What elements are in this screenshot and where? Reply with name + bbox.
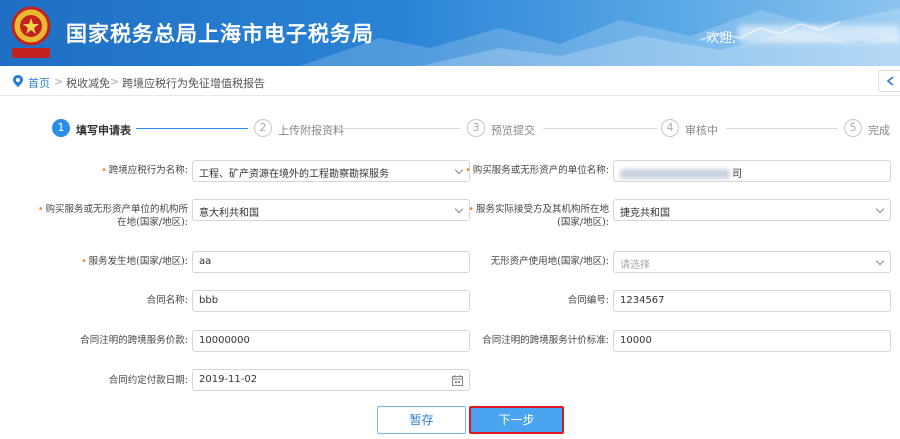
contract-name-label: 合同名称:: [146, 295, 188, 306]
cross-border-name-select[interactable]: 工程、矿产资源在境外的工程勘察勘探服务: [192, 160, 470, 182]
breadcrumb-home[interactable]: 首页: [28, 75, 50, 91]
service-location-input[interactable]: aa: [192, 251, 470, 273]
payment-date-label: 合同约定付款日期:: [108, 375, 188, 386]
contract-no-input[interactable]: 1234567: [613, 290, 891, 312]
breadcrumb-tax-reduction[interactable]: 税收减免: [66, 75, 110, 91]
breadcrumb-current: 跨境应税行为免征增值税报告: [122, 77, 265, 90]
step-4-label: 审核中: [685, 124, 718, 137]
buyer-location-select[interactable]: 意大利共和国: [192, 199, 470, 221]
back-arrow-icon: [886, 76, 894, 86]
buyer-unit-name-input[interactable]: 司: [613, 160, 891, 182]
receiver-location-select[interactable]: 捷克共和国: [613, 199, 891, 221]
contract-no-label: 合同编号:: [567, 295, 609, 306]
location-pin-icon: [13, 75, 23, 87]
step-3-circle: 3: [467, 119, 485, 137]
back-button[interactable]: [878, 70, 900, 92]
breadcrumb-separator: >: [110, 75, 120, 88]
service-location-label: • 服务发生地(国家/地区):: [81, 256, 188, 267]
progress-steps: 1 填写申请表 2 上传附报资料 3 预览提交 4 审核中 5 完成: [0, 116, 900, 140]
step-connector: [543, 128, 657, 129]
breadcrumb: 首页 > 税收减免 > 跨境应税行为免征增值税报告: [0, 66, 900, 96]
save-draft-button[interactable]: 暂存: [377, 406, 466, 434]
contract-standard-input[interactable]: 10000: [613, 330, 891, 352]
redacted-text: [620, 169, 730, 179]
breadcrumb-separator: >: [54, 75, 64, 88]
site-title: 国家税务总局上海市电子税务局: [66, 22, 374, 46]
tax-emblem-icon: [11, 6, 51, 58]
step-connector: [726, 128, 838, 129]
calendar-icon[interactable]: [452, 375, 463, 386]
site-header: 国家税务总局上海市电子税务局 欢迎,: [0, 0, 900, 66]
intangible-use-location-label: 无形资产使用地(国家/地区):: [490, 256, 609, 267]
step-5-circle: 5: [844, 119, 862, 137]
step-2-circle: 2: [254, 119, 272, 137]
next-step-button[interactable]: 下一步: [469, 406, 564, 434]
step-connector: [342, 128, 460, 129]
buyer-location-label: • 购买服务或无形资产单位的机构所 在地(国家/地区):: [37, 204, 188, 228]
welcome-text: 欢迎,: [706, 31, 737, 46]
step-1-label: 填写申请表: [76, 124, 131, 137]
cross-border-name-label: • 跨境应税行为名称:: [101, 165, 188, 176]
intangible-use-location-select[interactable]: 请选择: [613, 251, 891, 273]
receiver-location-label: • 服务实际接受方及其机构所在地 (国家/地区):: [468, 204, 609, 228]
step-2-label: 上传附报资料: [278, 124, 344, 137]
step-3-label: 预览提交: [491, 124, 535, 137]
contract-price-label: 合同注明的跨境服务价款:: [80, 335, 188, 346]
contract-standard-label: 合同注明的跨境服务计价标准:: [482, 335, 609, 346]
user-name-redacted: [738, 25, 900, 43]
contract-name-input[interactable]: bbb: [192, 290, 470, 312]
step-4-circle: 4: [661, 119, 679, 137]
payment-date-input[interactable]: 2019-11-02: [192, 369, 470, 391]
step-5-label: 完成: [868, 124, 890, 137]
step-connector: [136, 128, 248, 129]
step-1-circle: 1: [52, 119, 70, 137]
buyer-unit-name-label: • 购买服务或无形资产的单位名称:: [465, 165, 609, 176]
contract-price-input[interactable]: 10000000: [192, 330, 470, 352]
